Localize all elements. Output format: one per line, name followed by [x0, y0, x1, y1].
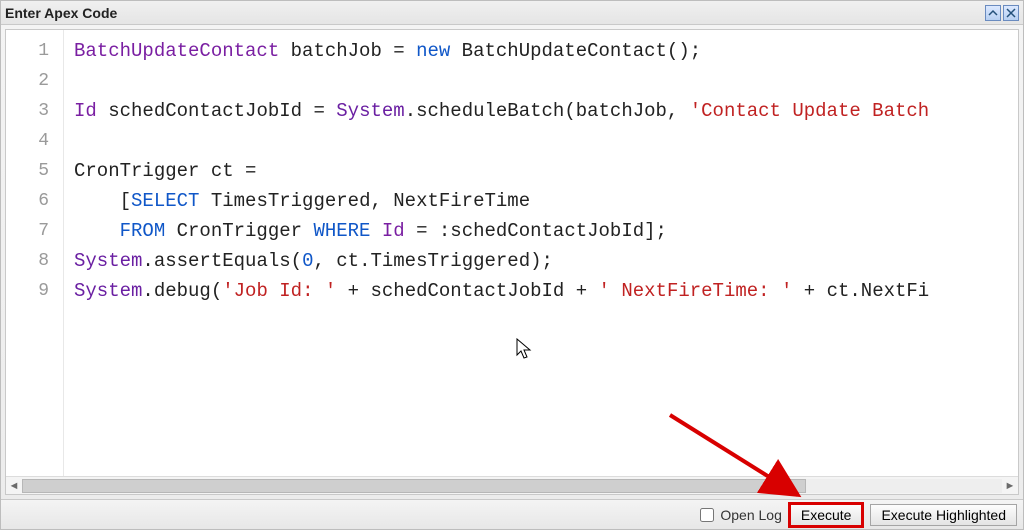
code-text[interactable]: BatchUpdateContact batchJob = new BatchU…: [64, 30, 1018, 476]
line-gutter: 1 2 3 4 5 6 7 8 9: [6, 30, 64, 476]
horizontal-scrollbar[interactable]: ◄ ►: [6, 476, 1018, 494]
scrollbar-track[interactable]: [22, 479, 1002, 493]
line-number: 7: [6, 216, 63, 246]
line-number: 5: [6, 156, 63, 186]
titlebar: Enter Apex Code: [1, 1, 1023, 25]
panel-title: Enter Apex Code: [5, 5, 117, 21]
line-number: 1: [6, 36, 63, 66]
open-log-input[interactable]: [700, 508, 714, 522]
line-number: 4: [6, 126, 63, 156]
line-number: 9: [6, 276, 63, 306]
execute-highlighted-button[interactable]: Execute Highlighted: [870, 504, 1017, 526]
line-number: 3: [6, 96, 63, 126]
apex-code-panel: Enter Apex Code 1 2 3 4 5 6 7 8 9 BatchU: [0, 0, 1024, 530]
line-number: 6: [6, 186, 63, 216]
footer-bar: Open Log Execute Execute Highlighted: [1, 499, 1023, 529]
scroll-left-icon[interactable]: ◄: [6, 478, 22, 494]
scroll-right-icon[interactable]: ►: [1002, 478, 1018, 494]
code-editor[interactable]: 1 2 3 4 5 6 7 8 9 BatchUpdateContact bat…: [5, 29, 1019, 495]
line-number: 2: [6, 66, 63, 96]
open-log-checkbox[interactable]: Open Log: [700, 507, 782, 523]
close-icon[interactable]: [1003, 5, 1019, 21]
window-buttons: [985, 5, 1019, 21]
scrollbar-thumb[interactable]: [22, 479, 806, 493]
collapse-icon[interactable]: [985, 5, 1001, 21]
line-number: 8: [6, 246, 63, 276]
open-log-label: Open Log: [720, 507, 782, 523]
execute-button[interactable]: Execute: [790, 504, 863, 526]
